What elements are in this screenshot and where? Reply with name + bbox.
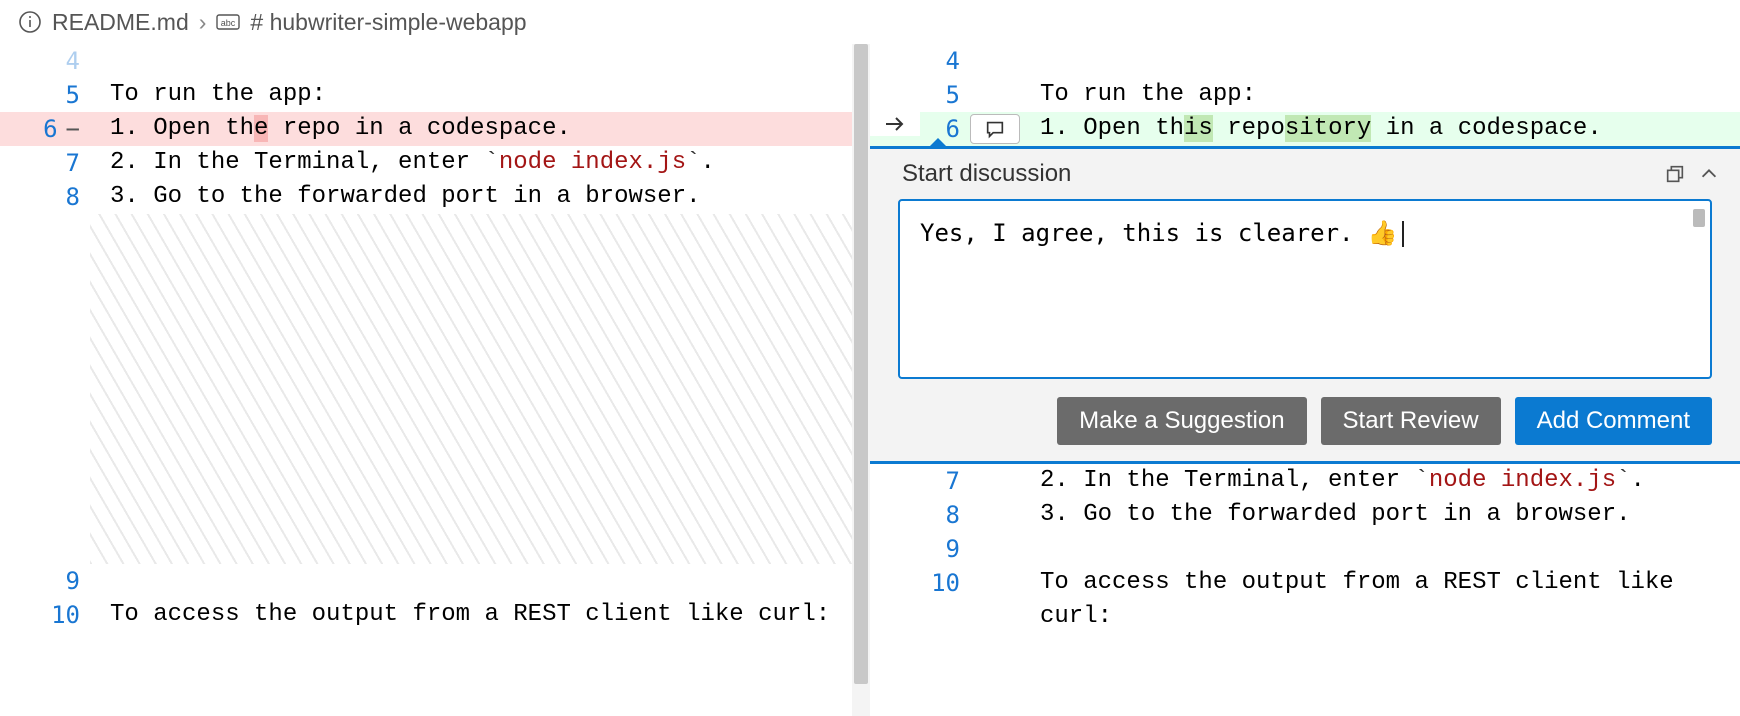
- scrollbar[interactable]: [852, 44, 870, 716]
- line-number: 7: [920, 464, 970, 498]
- start-review-button[interactable]: Start Review: [1321, 397, 1501, 445]
- diff-right-pane: 4 5 To run the app: 6 1. Open this reposi…: [870, 44, 1740, 716]
- line-number: 8: [0, 180, 90, 214]
- line-number: 5: [920, 78, 970, 112]
- symbol-string-icon: abc: [216, 12, 240, 32]
- code-line: To access the output from a REST client …: [1020, 566, 1740, 634]
- code-line: To run the app:: [1020, 78, 1740, 112]
- added-line: 6 1. Open this repository in a codespace…: [870, 112, 1740, 146]
- breadcrumb-file[interactable]: README.md: [52, 9, 189, 36]
- comment-glyph-icon[interactable]: [970, 114, 1020, 144]
- info-icon: [18, 10, 42, 34]
- svg-text:abc: abc: [221, 18, 236, 28]
- code-line: To access the output from a REST client …: [90, 598, 870, 632]
- discussion-panel: Start discussion Yes, I agree, this is c…: [870, 146, 1740, 464]
- code-line: 1. Open this repository in a codespace.: [1020, 112, 1740, 146]
- diff-filler: [90, 214, 870, 564]
- textarea-scrollbar[interactable]: [1693, 209, 1705, 227]
- make-suggestion-button[interactable]: Make a Suggestion: [1057, 397, 1306, 445]
- code-line: 3. Go to the forwarded port in a browser…: [90, 180, 870, 214]
- line-number: 4: [0, 44, 90, 78]
- line-number: 7: [0, 146, 90, 180]
- diff-arrow-icon: [870, 112, 920, 136]
- scrollbar-thumb[interactable]: [854, 44, 868, 684]
- comment-text: Yes, I agree, this is clearer. 👍: [920, 219, 1398, 247]
- line-number: 5: [0, 78, 90, 112]
- deleted-line: 6− 1. Open the repo in a codespace.: [0, 112, 870, 146]
- line-number: 9: [920, 532, 970, 566]
- breadcrumb: README.md › abc # hubwriter-simple-webap…: [0, 0, 1740, 44]
- code-line: 2. In the Terminal, enter `node index.js…: [90, 146, 870, 180]
- line-number: 8: [920, 498, 970, 532]
- chevron-up-icon[interactable]: [1692, 157, 1726, 191]
- line-number: 6−: [0, 112, 90, 146]
- breadcrumb-separator: ›: [199, 9, 207, 36]
- code-line: 3. Go to the forwarded port in a browser…: [1020, 498, 1740, 532]
- add-comment-button[interactable]: Add Comment: [1515, 397, 1712, 445]
- breadcrumb-heading[interactable]: # hubwriter-simple-webapp: [250, 9, 526, 36]
- line-number: 9: [0, 564, 90, 598]
- comment-input[interactable]: Yes, I agree, this is clearer. 👍: [898, 199, 1712, 379]
- code-line: 2. In the Terminal, enter `node index.js…: [1020, 464, 1740, 498]
- line-number: 10: [0, 598, 90, 632]
- code-line: To run the app:: [90, 78, 870, 112]
- restore-icon[interactable]: [1658, 157, 1692, 191]
- line-number: 10: [920, 566, 970, 600]
- discussion-title: Start discussion: [902, 160, 1658, 188]
- code-line: 1. Open the repo in a codespace.: [90, 112, 870, 146]
- text-cursor: [1402, 221, 1404, 247]
- diff-left-pane: 4 5To run the app: 6− 1. Open the repo i…: [0, 44, 870, 716]
- line-number: 4: [920, 44, 970, 78]
